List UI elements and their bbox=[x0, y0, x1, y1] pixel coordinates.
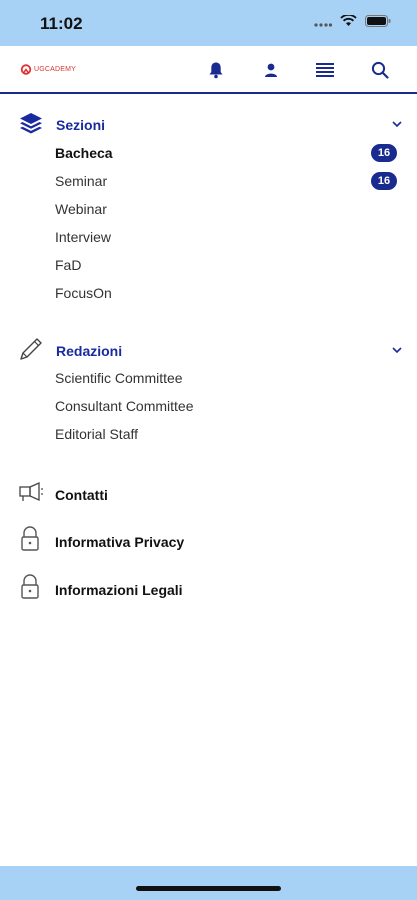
menu-icon[interactable] bbox=[313, 58, 337, 82]
wifi-icon bbox=[340, 14, 357, 32]
layers-icon bbox=[18, 111, 44, 140]
link-label: Informazioni Legali bbox=[55, 581, 183, 598]
home-indicator[interactable] bbox=[136, 886, 281, 891]
nav-item-interview[interactable]: Interview bbox=[55, 229, 111, 245]
link-label: Contatti bbox=[55, 486, 108, 503]
app-header: UGCADEMY bbox=[0, 46, 417, 94]
link-informazioni-legali[interactable]: Informazioni Legali bbox=[18, 574, 183, 605]
section-title-sezioni: Sezioni bbox=[56, 117, 106, 133]
count-badge: 16 bbox=[371, 144, 397, 162]
signal-icon bbox=[314, 14, 333, 32]
link-informativa-privacy[interactable]: Informativa Privacy bbox=[18, 526, 184, 557]
nav-item-webinar[interactable]: Webinar bbox=[55, 201, 107, 217]
chevron-down-icon[interactable] bbox=[391, 116, 403, 134]
search-icon[interactable] bbox=[368, 58, 392, 82]
megaphone-icon bbox=[18, 480, 44, 509]
link-contatti[interactable]: Contatti bbox=[18, 480, 108, 509]
nav-item-editorial-staff[interactable]: Editorial Staff bbox=[55, 426, 138, 442]
nav-item-consultant-committee[interactable]: Consultant Committee bbox=[55, 398, 194, 414]
section-title-redazioni: Redazioni bbox=[56, 343, 123, 359]
lock-icon bbox=[18, 574, 42, 605]
section-redazioni[interactable]: Redazioni bbox=[18, 336, 403, 367]
battery-icon bbox=[365, 14, 391, 32]
user-icon[interactable] bbox=[259, 58, 283, 82]
count-badge: 16 bbox=[371, 172, 397, 190]
app-logo[interactable]: UGCADEMY bbox=[20, 64, 76, 75]
nav-item-scientific-committee[interactable]: Scientific Committee bbox=[55, 370, 183, 386]
nav-item-seminar[interactable]: Seminar bbox=[55, 173, 107, 189]
lock-icon bbox=[18, 526, 42, 557]
nav-item-fad[interactable]: FaD bbox=[55, 257, 81, 273]
nav-item-bacheca[interactable]: Bacheca bbox=[55, 145, 113, 161]
status-time: 11:02 bbox=[40, 14, 83, 33]
home-bar-area bbox=[0, 866, 417, 900]
nav-item-focuson[interactable]: FocusOn bbox=[55, 285, 112, 301]
chevron-down-icon[interactable] bbox=[391, 342, 403, 360]
logo-text: UGCADEMY bbox=[34, 66, 77, 73]
logo-mark-icon bbox=[20, 64, 32, 75]
pencil-icon bbox=[18, 336, 44, 367]
section-sezioni[interactable]: Sezioni bbox=[18, 112, 403, 138]
status-bar: 11:02 bbox=[0, 0, 417, 46]
link-label: Informativa Privacy bbox=[55, 533, 185, 550]
bell-icon[interactable] bbox=[204, 58, 228, 82]
status-icons bbox=[314, 14, 391, 32]
